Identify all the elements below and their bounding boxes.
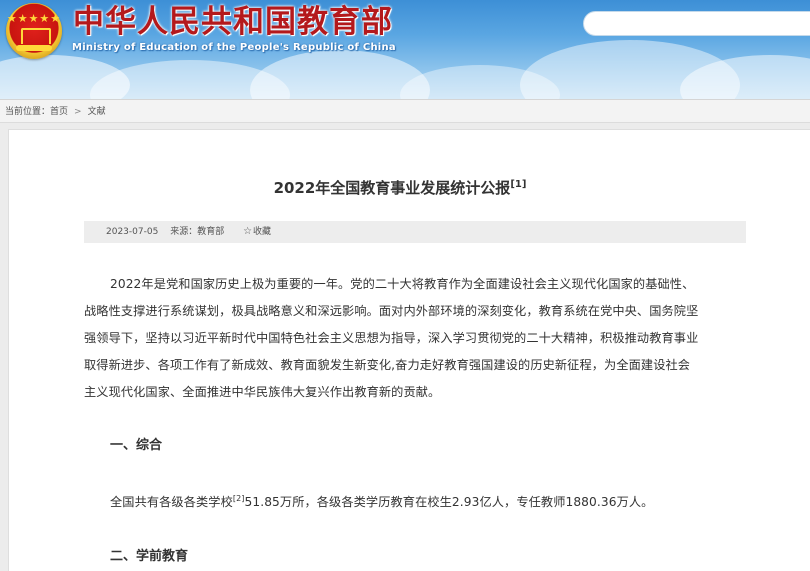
breadcrumb-prefix: 当前位置：: [5, 107, 51, 117]
chevron-right-icon: >: [74, 107, 82, 117]
overview-paragraph: 全国共有各级各类学校[2]51.85万所，各级各类学历教育在校生2.93亿人，专…: [110, 492, 653, 510]
search-input[interactable]: [583, 11, 810, 36]
site-subtitle: Ministry of Education of the People's Re…: [72, 42, 396, 53]
title-footnote-link[interactable]: [1]: [510, 179, 526, 190]
article-meta-bar: 2023-07-05 来源：教育部 ☆收藏: [84, 221, 746, 243]
intro-line: 2022年是党和国家历史上极为重要的一年。党的二十大将教育作为全面建设社会主义现…: [110, 277, 695, 291]
intro-line: 主义现代化国家、全面推进中华民族伟大复兴作出教育新的贡献。: [84, 385, 441, 399]
article-source: 来源：教育部: [170, 227, 225, 237]
favorite-button[interactable]: ☆收藏: [243, 221, 271, 243]
star-icon: ☆: [243, 226, 253, 237]
article-title-text: 2022年全国教育事业发展统计公报: [273, 179, 511, 197]
footnote-link[interactable]: [2]: [233, 494, 245, 503]
intro-line: 战略性支撑进行系统谋划，极具战略意义和深远影响。面对内外部环境的深刻变化，教育系…: [84, 304, 699, 318]
breadcrumb-current-link[interactable]: 文献: [88, 107, 106, 117]
site-header: ★★★★★ 中华人民共和国教育部 Ministry of Education o…: [0, 0, 810, 99]
favorite-label: 收藏: [253, 227, 272, 237]
overview-text-before: 全国共有各级各类学校: [110, 495, 233, 509]
breadcrumb: 当前位置：首页 > 文献: [0, 99, 810, 123]
overview-text-after: 51.85万所，各级各类学历教育在校生2.93亿人，专任教师1880.36万人。: [244, 495, 654, 509]
site-title: 中华人民共和国教育部: [73, 4, 393, 40]
intro-line: 强领导下，坚持以习近平新时代中国特色社会主义思想为指导，深入学习贯彻党的二十大精…: [84, 331, 699, 345]
publish-date: 2023-07-05: [106, 227, 159, 237]
breadcrumb-home-link[interactable]: 首页: [50, 107, 68, 117]
article-title: 2022年全国教育事业发展统计公报[1]: [0, 177, 800, 198]
national-emblem-icon: ★★★★★: [6, 3, 62, 59]
intro-line: 取得新进步、各项工作有了新成效、教育面貌发生新变化,奋力走好教育强国建设的历史新…: [84, 358, 691, 372]
section-heading-overview: 一、综合: [110, 438, 163, 453]
section-heading-preschool: 二、学前教育: [110, 549, 189, 564]
